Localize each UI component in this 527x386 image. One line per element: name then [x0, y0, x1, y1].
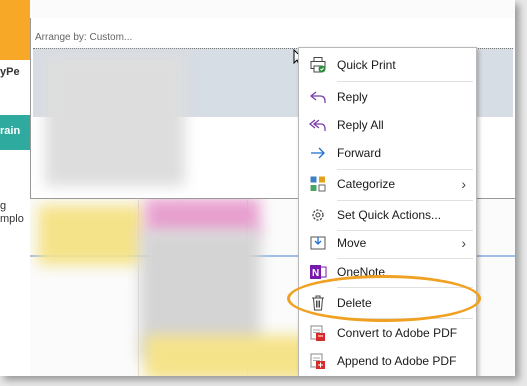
menu-separator	[337, 169, 473, 170]
reply-all-icon	[307, 115, 329, 135]
printer-icon	[307, 55, 329, 75]
left-calendar-strip: yPe rain g mplo	[0, 0, 30, 376]
menu-separator	[337, 200, 473, 201]
menu-item-reply-all[interactable]: Reply All	[299, 112, 476, 138]
strip-label: yPe	[0, 66, 20, 78]
menu-item-reply[interactable]: Reply	[299, 84, 476, 110]
menu-item-label: Convert to Adobe PDF	[337, 326, 458, 340]
strip-label: rain	[0, 125, 21, 137]
menu-item-quick-print[interactable]: Quick Print	[299, 52, 476, 78]
calendar-event[interactable]	[38, 205, 143, 265]
chevron-right-icon: ›	[461, 235, 466, 251]
menu-item-label: Move	[337, 236, 367, 250]
forward-icon	[307, 143, 329, 163]
reply-icon	[307, 87, 329, 107]
menu-item-label: Append to Adobe PDF	[337, 354, 457, 368]
strip-label: g mplo	[0, 200, 24, 225]
menu-separator	[337, 81, 473, 82]
highlight-circle	[287, 275, 481, 322]
chevron-right-icon: ›	[461, 176, 466, 192]
menu-item-set-quick-actions[interactable]: Set Quick Actions...	[299, 202, 476, 228]
menu-item-label: Set Quick Actions...	[337, 208, 442, 222]
message-preview	[45, 56, 185, 186]
move-icon	[307, 233, 329, 253]
menu-item-label: Categorize	[337, 177, 396, 191]
menu-item-forward[interactable]: Forward	[299, 140, 476, 166]
calendar-color-block	[0, 0, 30, 60]
menu-item-append-to-adobe-pdf[interactable]: Append to Adobe PDF	[299, 348, 476, 374]
adobe-pdf-icon	[307, 323, 329, 343]
gear-icon	[307, 205, 329, 225]
categorize-icon	[307, 174, 329, 194]
outlook-window: yPe rain g mplo Arrange by: Custom... Qu…	[0, 0, 515, 376]
menu-item-label: Reply	[337, 90, 368, 104]
arrange-by-label[interactable]: Arrange by: Custom...	[35, 32, 132, 43]
context-menu: Quick Print Reply Reply All Forward Cate…	[298, 47, 477, 376]
menu-item-label: Quick Print	[337, 58, 396, 72]
menu-item-convert-to-adobe-pdf[interactable]: Convert to Adobe PDF	[299, 320, 476, 346]
svg-text:N: N	[312, 268, 319, 279]
menu-item-move[interactable]: Move ›	[299, 230, 476, 256]
menu-item-label: Reply All	[337, 118, 384, 132]
menu-item-label: Forward	[337, 146, 382, 160]
menu-item-categorize[interactable]: Categorize ›	[299, 171, 476, 197]
adobe-pdf-icon	[307, 351, 329, 371]
